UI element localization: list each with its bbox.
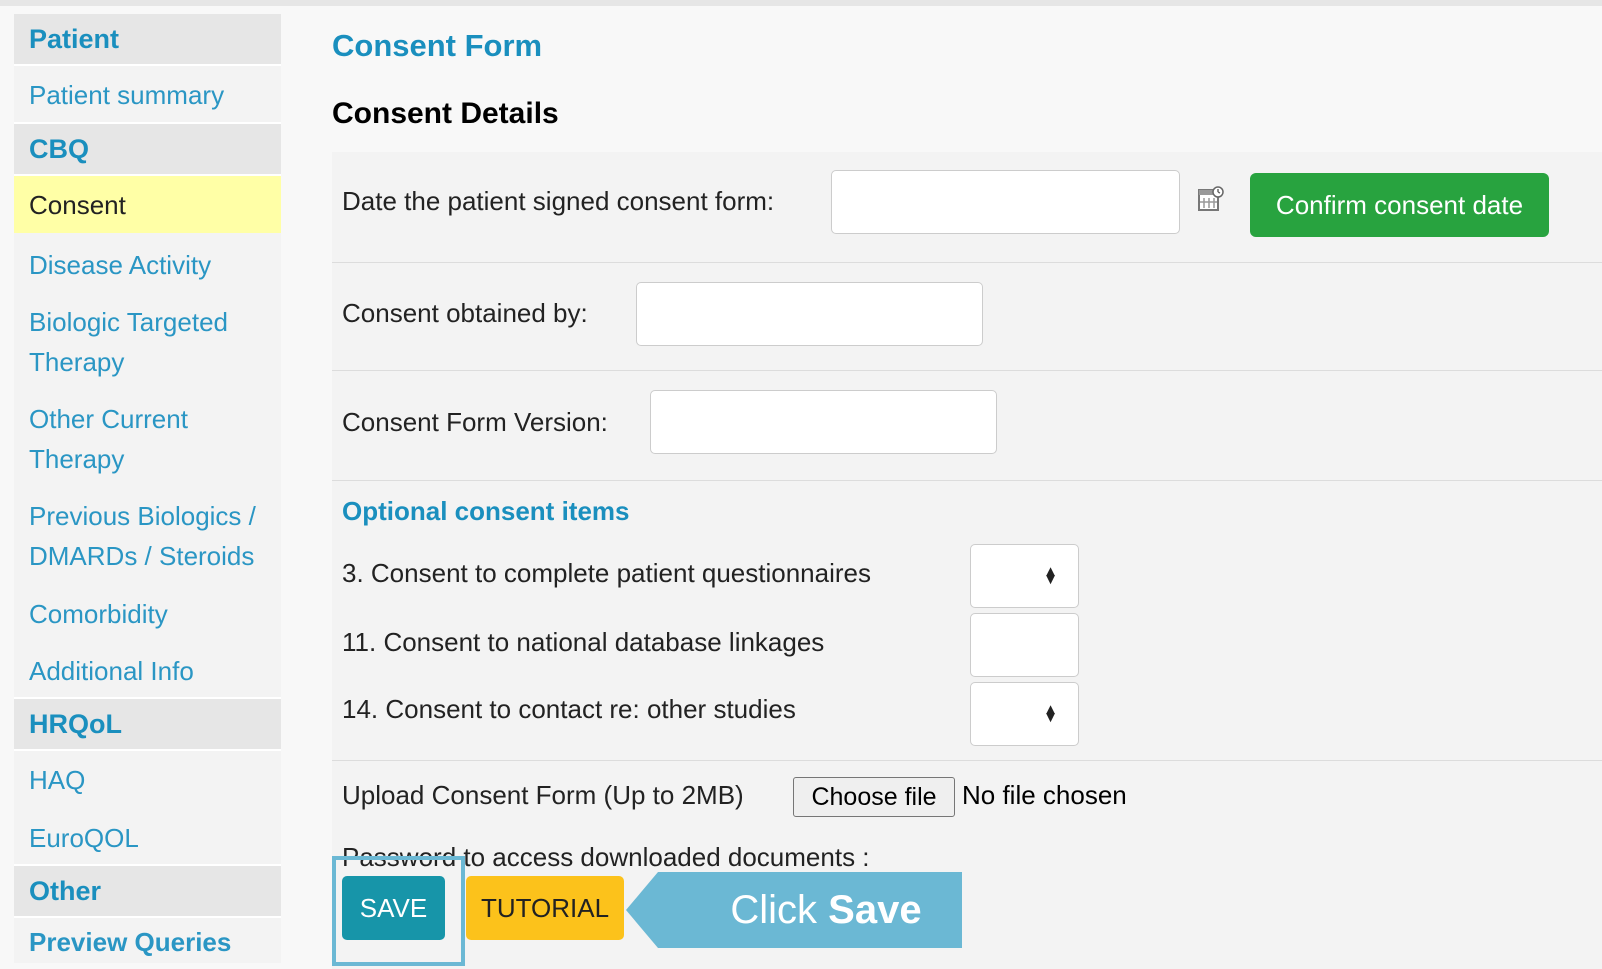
sidebar-item-other-current-therapy[interactable]: Other Current Therapy — [14, 399, 281, 479]
sidebar-nav: Patient Patient summary CBQ Consent Dise… — [14, 14, 281, 963]
divider — [332, 370, 1602, 371]
sidebar-item-label: Preview Queries — [29, 927, 232, 957]
sidebar-section-other[interactable]: Other — [14, 866, 281, 918]
version-input[interactable] — [650, 390, 997, 454]
sidebar-section-patient[interactable]: Patient — [14, 14, 281, 66]
sidebar-item-label: Therapy — [29, 444, 125, 474]
sidebar-item-label: Patient summary — [29, 80, 225, 110]
select-arrows-icon: ▲ ▼ — [1043, 701, 1058, 726]
sidebar-item-label: Comorbidity — [29, 599, 168, 629]
sidebar-item-label: EuroQOL — [29, 823, 139, 853]
sidebar-item-label: HAQ — [29, 765, 86, 795]
sidebar-item-preview-queries[interactable]: Preview Queries — [14, 922, 281, 962]
upload-label: Upload Consent Form (Up to 2MB) — [342, 780, 744, 810]
sidebar-item-patient-summary[interactable]: Patient summary — [14, 66, 281, 124]
sidebar-item-label: DMARDs / Steroids — [29, 541, 255, 571]
consent-item-11-select[interactable] — [970, 613, 1079, 677]
page-title: Consent Form — [332, 28, 543, 63]
sidebar-item-comorbidity[interactable]: Comorbidity — [14, 594, 281, 634]
sidebar-item-label: Previous Biologics / — [29, 501, 256, 531]
sidebar-item-label: Therapy — [29, 347, 125, 377]
consent-item-3-select[interactable]: ▲ ▼ — [970, 544, 1079, 608]
date-signed-input[interactable] — [831, 170, 1180, 234]
main-content: Consent Form Consent Details Date the pa… — [332, 14, 1602, 969]
callout-bold: Save — [828, 887, 922, 932]
click-save-callout: Click Save — [626, 872, 962, 948]
sidebar-item-previous-biologics[interactable]: Previous Biologics / DMARDs / Steroids — [14, 496, 281, 576]
section-title: CBQ — [29, 133, 89, 164]
sidebar-item-label: Other Current — [29, 404, 188, 434]
divider — [332, 480, 1602, 481]
obtained-by-label: Consent obtained by: — [342, 298, 588, 328]
select-arrows-icon: ▲ ▼ — [1043, 563, 1058, 588]
divider — [332, 262, 1602, 263]
sidebar-section-cbq[interactable]: CBQ — [14, 124, 281, 176]
callout-text: Click Save — [696, 872, 956, 948]
consent-item-14-label: 14. Consent to contact re: other studies — [342, 694, 796, 724]
section-title: Patient — [29, 23, 120, 54]
section-title: Consent Details — [332, 97, 559, 130]
date-signed-label: Date the patient signed consent form: — [342, 186, 775, 216]
save-button[interactable]: SAVE — [342, 876, 445, 940]
calendar-icon[interactable] — [1198, 186, 1224, 217]
consent-panel: Date the patient signed consent form: Co… — [332, 152, 1602, 969]
sidebar-item-consent[interactable]: Consent — [14, 176, 281, 233]
consent-item-11-label: 11. Consent to national database linkage… — [342, 627, 825, 657]
sidebar-item-biologic-targeted-therapy[interactable]: Biologic Targeted Therapy — [14, 302, 281, 382]
optional-consent-title: Optional consent items — [342, 496, 630, 526]
section-title: Other — [29, 875, 102, 906]
obtained-by-input[interactable] — [636, 282, 983, 346]
choose-file-button[interactable]: Choose file — [793, 777, 955, 817]
no-file-text: No file chosen — [962, 780, 1127, 810]
sidebar-item-disease-activity[interactable]: Disease Activity — [14, 245, 281, 285]
section-title: HRQoL — [29, 708, 122, 739]
consent-item-3-label: 3. Consent to complete patient questionn… — [342, 558, 872, 588]
sidebar-item-label: Additional Info — [29, 656, 194, 686]
sidebar-item-label: Biologic Targeted — [29, 307, 228, 337]
sidebar-item-additional-info[interactable]: Additional Info — [14, 651, 281, 699]
sidebar-item-haq[interactable]: HAQ — [14, 760, 281, 800]
version-label: Consent Form Version: — [342, 407, 608, 437]
sidebar-item-euroqol[interactable]: EuroQOL — [14, 818, 281, 866]
tutorial-button[interactable]: TUTORIAL — [466, 876, 624, 940]
sidebar-item-label: Disease Activity — [29, 250, 212, 280]
sidebar-section-hrqol[interactable]: HRQoL — [14, 699, 281, 751]
divider — [332, 760, 1602, 761]
callout-prefix: Click — [730, 887, 829, 932]
confirm-consent-date-button[interactable]: Confirm consent date — [1250, 173, 1549, 237]
consent-item-14-select[interactable]: ▲ ▼ — [970, 682, 1079, 746]
sidebar-item-label: Consent — [29, 190, 126, 220]
